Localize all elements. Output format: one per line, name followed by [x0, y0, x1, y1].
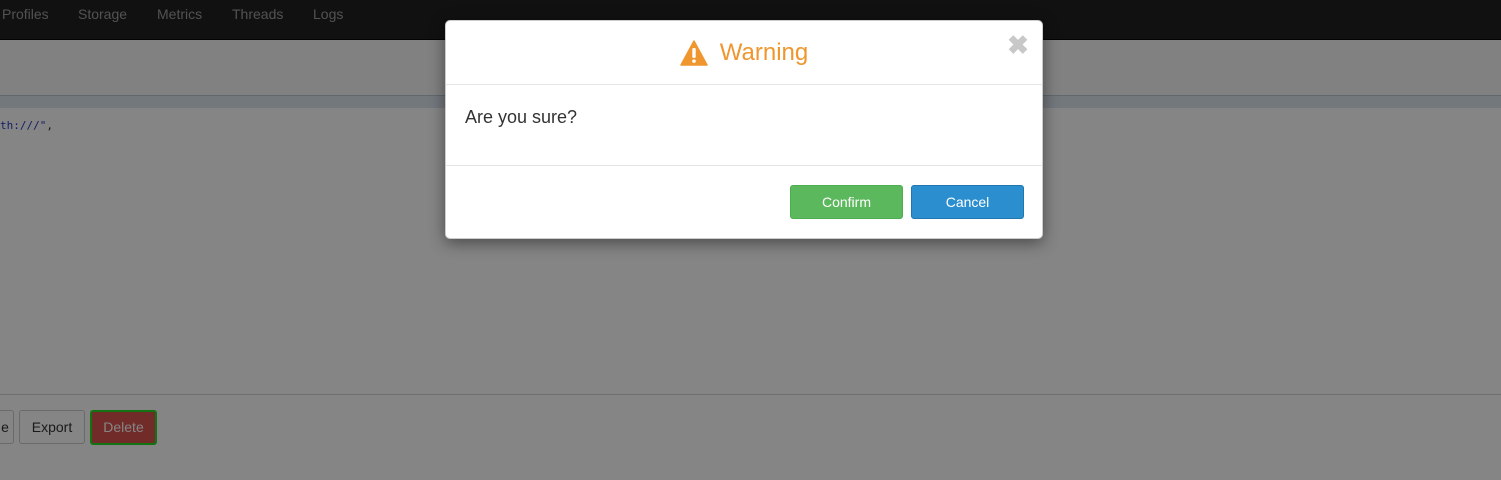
cancel-button[interactable]: Cancel — [911, 185, 1024, 219]
dialog-message: Are you sure? — [465, 107, 578, 127]
close-icon[interactable]: ✖ — [1007, 32, 1029, 58]
dialog-body: Are you sure? — [446, 85, 1042, 166]
dialog-title: Warning — [446, 21, 1042, 85]
page: Profiles Storage Metrics Threads Logs th… — [0, 0, 1501, 480]
confirm-button[interactable]: Confirm — [790, 185, 903, 219]
dialog-title-text: Warning — [719, 39, 809, 66]
warning-triangle-icon — [680, 40, 708, 66]
dialog-header: Warning ✖ — [446, 21, 1042, 85]
warning-dialog: Warning ✖ Are you sure? Confirm Cancel — [445, 20, 1043, 239]
